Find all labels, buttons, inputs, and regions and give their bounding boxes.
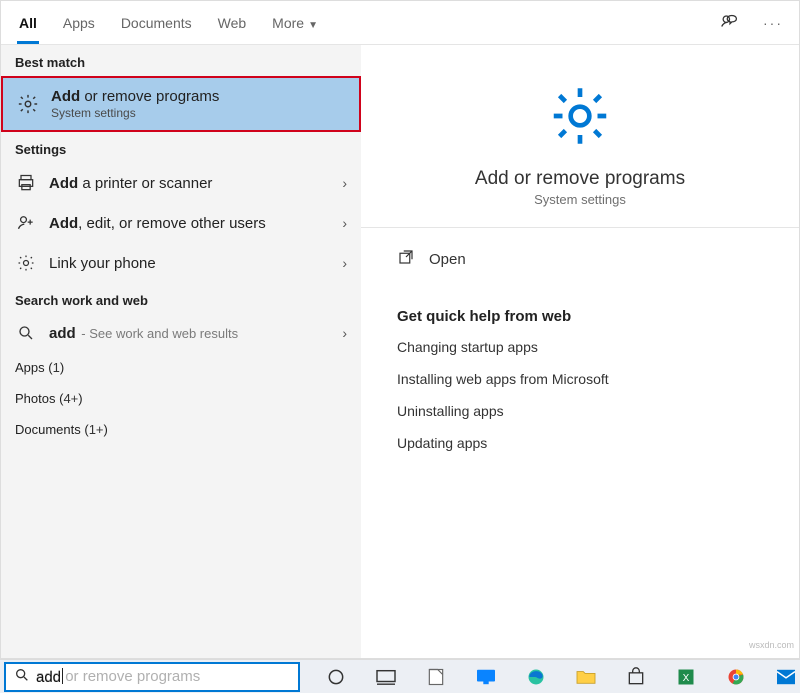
search-icon (14, 667, 30, 686)
gear-icon (15, 253, 37, 273)
tab-web[interactable]: Web (216, 3, 249, 43)
chevron-right-icon: › (342, 255, 347, 271)
chevron-right-icon: › (342, 325, 347, 341)
category-documents[interactable]: Documents (1+) (1, 414, 361, 445)
detail-subtitle: System settings (534, 192, 626, 207)
open-action[interactable]: Open (397, 242, 763, 276)
tab-apps[interactable]: Apps (61, 3, 97, 43)
search-value: add (36, 668, 63, 686)
best-match-subtitle: System settings (51, 106, 345, 120)
more-icon[interactable]: ··· (763, 15, 783, 31)
taskbar: add or remove programs add X (0, 659, 800, 693)
quick-help-item[interactable]: Installing web apps from Microsoft (361, 363, 799, 395)
chevron-right-icon: › (342, 175, 347, 191)
tab-all[interactable]: All (17, 3, 39, 43)
app-chrome-icon[interactable] (722, 663, 750, 691)
search-icon (15, 324, 37, 342)
detail-hero: Add or remove programs System settings (361, 45, 799, 228)
quick-help-item[interactable]: Changing startup apps (361, 331, 799, 363)
app-mail-icon[interactable] (772, 663, 800, 691)
app-store-icon[interactable] (622, 663, 650, 691)
app-excel-icon[interactable]: X (672, 663, 700, 691)
feedback-icon[interactable] (719, 10, 741, 35)
svg-text:X: X (683, 673, 690, 684)
app-file-explorer-icon[interactable] (572, 663, 600, 691)
quick-help-header: Get quick help from web (361, 290, 799, 331)
setting-link-phone[interactable]: Link your phone › (1, 243, 361, 283)
app-edge-icon[interactable] (522, 663, 550, 691)
tab-documents[interactable]: Documents (119, 3, 194, 43)
setting-add-users[interactable]: Add, edit, or remove other users › (1, 203, 361, 243)
search-web-row[interactable]: add - See work and web results › (1, 314, 361, 352)
section-best-match: Best match (1, 45, 361, 76)
taskbar-icons: X (322, 663, 800, 691)
setting-add-printer[interactable]: Add a printer or scanner › (1, 163, 361, 203)
tab-more[interactable]: More▼ (270, 3, 320, 43)
search-flyout: All Apps Documents Web More▼ ··· Best ma… (0, 0, 800, 659)
app-monitor-icon[interactable] (472, 663, 500, 691)
section-search-web: Search work and web (1, 283, 361, 314)
quick-help-item[interactable]: Updating apps (361, 427, 799, 459)
section-settings: Settings (1, 132, 361, 163)
chevron-down-icon: ▼ (308, 20, 318, 31)
user-plus-icon (15, 213, 37, 233)
quick-help-item[interactable]: Uninstalling apps (361, 395, 799, 427)
open-icon (397, 248, 415, 270)
results-pane: Best match Add or remove programs System… (1, 45, 361, 658)
gear-icon (17, 93, 39, 115)
printer-icon (15, 173, 37, 193)
cortana-icon[interactable] (322, 663, 350, 691)
category-photos[interactable]: Photos (4+) (1, 383, 361, 414)
app-libreoffice-icon[interactable] (422, 663, 450, 691)
detail-pane: Add or remove programs System settings O… (361, 45, 799, 658)
tabs-bar: All Apps Documents Web More▼ ··· (1, 1, 799, 45)
watermark: wsxdn.com (749, 640, 794, 650)
task-view-icon[interactable] (372, 663, 400, 691)
gear-icon (545, 81, 615, 154)
chevron-right-icon: › (342, 215, 347, 231)
taskbar-search[interactable]: add or remove programs add (4, 662, 300, 692)
category-apps[interactable]: Apps (1) (1, 352, 361, 383)
best-match-item[interactable]: Add or remove programs System settings (1, 76, 361, 132)
detail-title: Add or remove programs (475, 168, 685, 190)
